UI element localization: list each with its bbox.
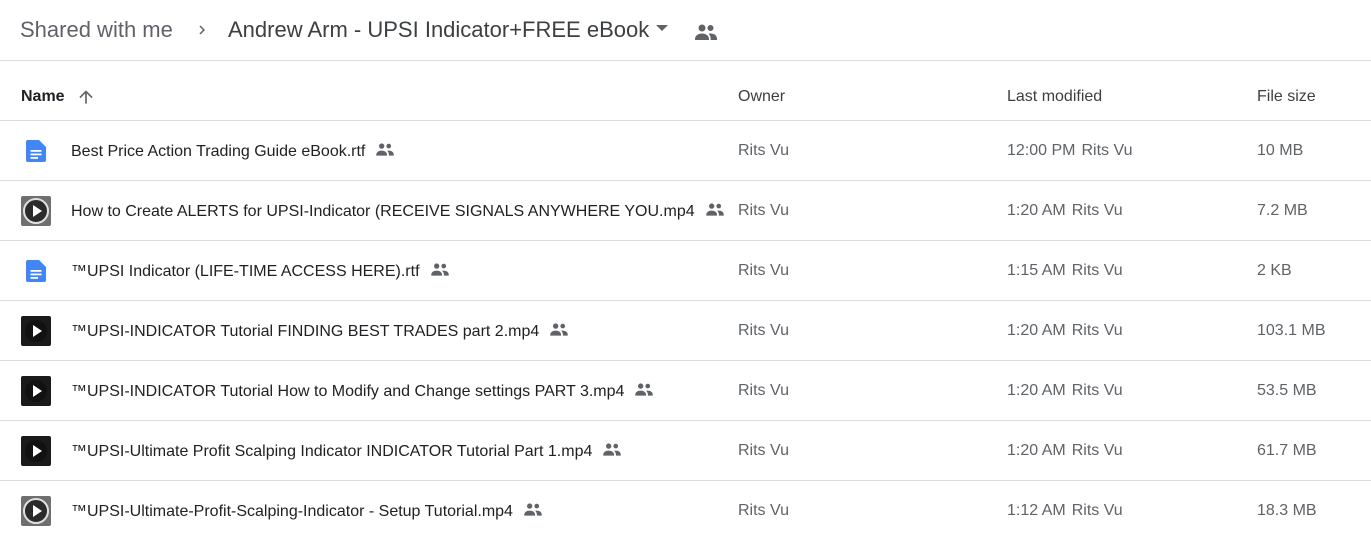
arrow-drop-down-icon[interactable] [656,25,668,31]
file-size: 61.7 MB [1257,442,1317,459]
column-header-last-modified[interactable]: Last modified [1007,88,1102,106]
shared-people-icon [376,143,395,156]
breadcrumb-shared-with-me[interactable]: Shared with me [20,17,173,43]
file-owner: Rits Vu [738,382,789,399]
file-owner: Rits Vu [738,142,789,159]
column-header-name[interactable]: Name [21,88,65,106]
file-owner: Rits Vu [738,262,789,279]
file-size: 103.1 MB [1257,322,1326,339]
chevron-right-icon [199,25,205,35]
arrow-upward-icon[interactable] [76,87,96,107]
file-row[interactable]: How to Create ALERTS for UPSI-Indicator … [0,181,1371,241]
file-name: ™UPSI-INDICATOR Tutorial FINDING BEST TR… [71,321,569,342]
shared-people-icon [430,263,449,276]
shared-people-icon [524,503,542,516]
video-thumbnail-play-icon [21,196,51,226]
file-last-modified: 1:20 AM Rits Vu [1007,382,1123,399]
file-row[interactable]: ™UPSI-Ultimate Profit Scalping Indicator… [0,421,1371,481]
shared-people-icon [635,383,654,396]
file-name: How to Create ALERTS for UPSI-Indicator … [71,201,725,222]
column-header-owner[interactable]: Owner [738,88,785,106]
file-owner: Rits Vu [738,502,789,519]
file-row[interactable]: ™UPSI Indicator (LIFE-TIME ACCESS HERE).… [0,241,1371,301]
file-last-modified: 1:20 AM Rits Vu [1007,442,1123,459]
file-name: Best Price Action Trading Guide eBook.rt… [71,141,395,162]
file-owner: Rits Vu [738,322,789,339]
file-name: ™UPSI Indicator (LIFE-TIME ACCESS HERE).… [71,261,450,282]
video-thumbnail-play-icon [21,436,51,466]
file-list: Best Price Action Trading Guide eBook.rt… [0,121,1371,541]
file-name: ™UPSI-Ultimate-Profit-Scalping-Indicator… [71,501,543,522]
file-size: 53.5 MB [1257,382,1317,399]
file-name: ™UPSI-Ultimate Profit Scalping Indicator… [71,441,622,462]
file-size: 18.3 MB [1257,502,1317,519]
file-last-modified: 12:00 PM Rits Vu [1007,142,1133,159]
file-last-modified: 1:15 AM Rits Vu [1007,262,1123,279]
file-row[interactable]: ™UPSI-INDICATOR Tutorial How to Modify a… [0,361,1371,421]
file-owner: Rits Vu [738,202,789,219]
file-last-modified: 1:20 AM Rits Vu [1007,322,1123,339]
file-row[interactable]: ™UPSI-INDICATOR Tutorial FINDING BEST TR… [0,301,1371,361]
google-doc-icon [26,260,46,282]
file-last-modified: 1:20 AM Rits Vu [1007,202,1123,219]
file-row[interactable]: Best Price Action Trading Guide eBook.rt… [0,121,1371,181]
file-size: 10 MB [1257,142,1304,159]
file-size: 2 KB [1257,262,1292,279]
video-thumbnail-play-icon [21,496,51,526]
file-size: 7.2 MB [1257,202,1308,219]
shared-people-icon [550,323,569,336]
breadcrumb: Shared with me Andrew Arm - UPSI Indicat… [0,0,1371,61]
column-header-file-size[interactable]: File size [1257,88,1316,106]
google-doc-icon [26,140,46,162]
video-thumbnail-play-icon [21,376,51,406]
shared-people-icon [603,443,622,456]
shared-people-icon [705,203,724,216]
video-thumbnail-play-icon [21,316,51,346]
file-last-modified: 1:12 AM Rits Vu [1007,502,1123,519]
file-owner: Rits Vu [738,442,789,459]
file-list-header: Name Owner Last modified File size [0,61,1371,121]
file-row[interactable]: ™UPSI-Ultimate-Profit-Scalping-Indicator… [0,481,1371,541]
file-name: ™UPSI-INDICATOR Tutorial How to Modify a… [71,381,654,402]
breadcrumb-current-folder[interactable]: Andrew Arm - UPSI Indicator+FREE eBook [228,17,649,43]
people-icon[interactable] [694,22,718,42]
